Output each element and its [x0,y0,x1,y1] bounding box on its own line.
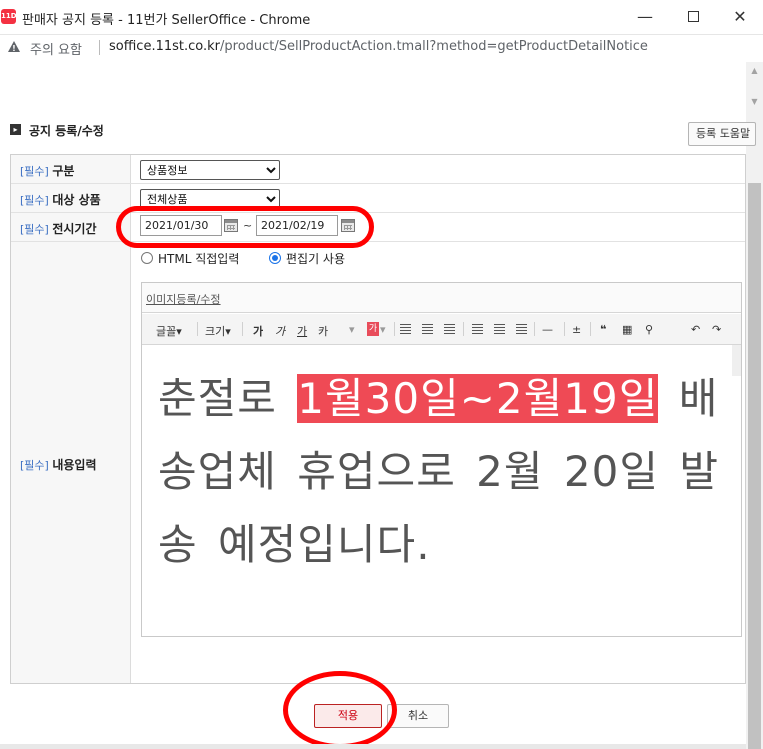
category-label-text: 구분 [52,164,75,178]
maximize-button[interactable] [678,6,708,28]
url-path: /product/SellProductAction.tmall?method=… [220,39,648,54]
notice-text-before: 춘절로 [158,374,298,423]
address-bar[interactable]: ! 주의 요함 soffice.11st.co.kr/product/SellP… [0,35,763,61]
strikethrough-button[interactable]: 카 [318,323,328,339]
editor-header: 이미지등록/수정 [142,283,741,313]
font-family-button[interactable]: 글꼴▾ [156,323,182,339]
window-title-bar: 11D 판매자 공지 등록 - 11번가 SellerOffice - Chro… [0,0,763,35]
editor-toolbar: 글꼴▾ 크기▾ 가 가 가 카 ▾ 가 ▾ — ± ❝ ▦ ⚲ ↶ ↷ [142,314,741,376]
close-button[interactable]: ✕ [725,6,755,28]
required-tag: [필수] [20,459,49,472]
align-left-icon[interactable] [400,324,411,334]
scroll-up-arrow-icon[interactable]: ▲ [746,62,763,79]
annotation-circle-apply [283,671,397,749]
find-icon[interactable]: ⚲ [645,323,653,336]
warning-mark: ! [12,44,16,53]
toolbar-separator [590,322,591,336]
chevron-down-icon: ▾ [176,325,182,338]
toolbar-separator [564,322,565,336]
table-icon[interactable]: ▦ [622,323,632,336]
line-height-icon[interactable]: ± [572,323,581,336]
rich-text-editor[interactable]: 이미지등록/수정 글꼴▾ 크기▾ 가 가 가 카 ▾ 가 ▾ — ± ❝ ▦ ⚲… [141,282,742,637]
notice-highlighted-dates: 1월30일~2월19일 [297,374,659,423]
11st-app-icon: 11D [1,9,17,24]
row-divider [11,183,745,184]
indent-icon[interactable] [472,324,483,334]
highlight-color-button[interactable]: 가 [367,322,379,336]
editor-content-area[interactable]: 춘절로 1월30일~2월19일 배송업체 휴업으로 2월 20일 발송 예정입니… [142,346,741,636]
html-direct-radio-label[interactable]: HTML 직접입력 [158,250,239,267]
toolbar-separator [534,322,535,336]
security-warning-label[interactable]: 주의 요함 [30,39,82,58]
italic-button[interactable]: 가 [275,323,285,339]
url-text[interactable]: soffice.11st.co.kr/product/SellProductAc… [109,39,648,54]
align-center-icon[interactable] [422,324,433,334]
window-title: 판매자 공지 등록 - 11번가 SellerOffice - Chrome [22,13,311,28]
scrollbar-thumb[interactable] [748,183,761,749]
required-tag: [필수] [20,223,49,236]
editor-mode-radio[interactable] [269,252,281,264]
category-label: [필수] 구분 [20,162,74,179]
toolbar-separator [197,322,198,336]
outdent-icon[interactable] [494,324,505,334]
list-icon[interactable] [516,324,527,334]
target-label-text: 대상 상품 [52,193,101,207]
font-size-button[interactable]: 크기▾ [205,323,231,339]
required-tag: [필수] [20,194,49,207]
registration-help-button[interactable]: 등록 도움말 [688,122,756,146]
maximize-icon [687,11,699,22]
minimize-button[interactable]: — [630,6,660,28]
address-separator [99,40,100,55]
required-tag: [필수] [20,165,49,178]
horizontal-scrollbar[interactable] [0,744,746,749]
redo-icon[interactable]: ↷ [712,323,721,336]
highlight-color-dropdown-icon[interactable]: ▾ [380,323,386,336]
scroll-down-arrow-icon[interactable]: ▼ [746,93,763,110]
toolbar-separator [463,322,464,336]
font-size-label: 크기 [205,325,226,338]
section-bullet-icon: ▸ [10,124,21,135]
font-family-label: 글꼴 [156,325,177,338]
chevron-down-icon: ▾ [225,325,231,338]
toolbar-separator [394,322,395,336]
editor-mode-radio-label[interactable]: 편집기 사용 [286,250,345,267]
notice-content-text[interactable]: 춘절로 1월30일~2월19일 배송업체 휴업으로 2월 20일 발송 예정입니… [158,362,738,581]
target-label: [필수] 대상 상품 [20,191,101,208]
image-upload-link[interactable]: 이미지등록/수정 [146,291,221,307]
content-label: [필수] 내용입력 [20,456,97,473]
horizontal-rule-icon[interactable]: — [542,323,553,336]
period-label-text: 전시기간 [52,222,97,236]
underline-button[interactable]: 가 [297,323,307,339]
url-host: soffice.11st.co.kr [109,39,220,54]
content-label-text: 내용입력 [52,458,97,472]
category-select[interactable]: 상품정보 [140,160,280,180]
bold-button[interactable]: 가 [253,323,263,339]
annotation-circle-period [116,206,374,248]
html-direct-radio[interactable] [141,252,153,264]
section-title: 공지 등록/수정 [29,124,104,138]
align-right-icon[interactable] [444,324,455,334]
period-label: [필수] 전시기간 [20,220,97,237]
undo-icon[interactable]: ↶ [691,323,700,336]
font-color-dropdown-icon[interactable]: ▾ [349,323,355,336]
quote-icon[interactable]: ❝ [600,323,606,336]
toolbar-separator [242,322,243,336]
